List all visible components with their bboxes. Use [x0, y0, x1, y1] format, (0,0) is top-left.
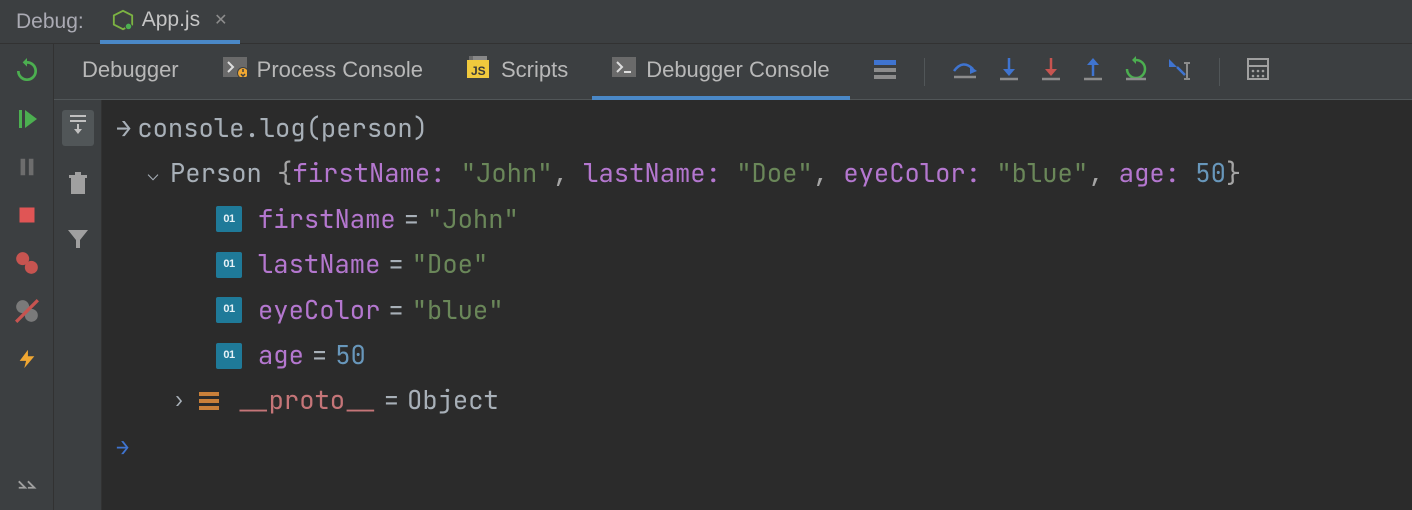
chevron-right-icon[interactable]: › [170, 383, 188, 419]
debug-label: Debug: [0, 10, 100, 34]
resume-icon[interactable] [14, 106, 40, 132]
tab-process-console[interactable]: Process Console [203, 44, 443, 100]
rerun-icon[interactable] [14, 58, 40, 84]
input-arrow-icon: → [116, 111, 131, 145]
proto-key: __proto__ [238, 378, 376, 423]
scroll-to-end-icon[interactable] [62, 110, 94, 146]
object-icon [196, 388, 222, 414]
proto-row[interactable]: › __proto__ = Object [102, 378, 1412, 423]
debugger-tabs: Debugger Process Console JS Scripts Debu… [54, 44, 1412, 100]
separator [924, 58, 925, 86]
more-icon[interactable] [14, 472, 40, 498]
title-bar: Debug: App.js ✕ [0, 0, 1412, 44]
filter-icon[interactable] [66, 228, 90, 256]
svg-text:JS: JS [471, 64, 486, 78]
force-step-into-icon[interactable] [1039, 56, 1063, 88]
field-badge-icon: 01 [216, 206, 242, 232]
toggle-layout-icon[interactable] [872, 58, 898, 86]
pause-icon[interactable] [14, 154, 40, 180]
object-field-row[interactable]: 01lastName = "Doe" [102, 242, 1412, 287]
prompt-arrow-icon: → [116, 433, 129, 462]
mute-breakpoints-icon[interactable] [14, 298, 40, 324]
console-output: →console.log(person) ⌵ Person {firstName… [102, 100, 1412, 510]
tab-label: Scripts [501, 57, 568, 83]
close-icon[interactable]: ✕ [214, 10, 227, 30]
console-input-echo: →console.log(person) [102, 106, 1412, 151]
debug-sidebar [0, 44, 54, 510]
trash-icon[interactable] [67, 172, 89, 202]
object-field-row[interactable]: 01eyeColor = "blue" [102, 288, 1412, 333]
tab-label: Debugger Console [646, 57, 829, 83]
tab-scripts[interactable]: JS Scripts [447, 44, 588, 100]
evaluate-at-cursor-icon[interactable] [1167, 57, 1193, 87]
calculator-icon[interactable] [1246, 57, 1270, 87]
chevron-down-icon[interactable]: ⌵ [144, 156, 162, 192]
step-over-icon[interactable] [951, 57, 979, 87]
tab-debugger-console[interactable]: Debugger Console [592, 44, 849, 100]
object-field-row[interactable]: 01firstName = "John" [102, 197, 1412, 242]
js-icon: JS [467, 56, 491, 84]
object-field-row[interactable]: 01age = 50 [102, 333, 1412, 378]
console-command-text: console.log(person) [137, 111, 428, 145]
step-out-icon[interactable] [1081, 56, 1105, 88]
nodejs-icon [112, 9, 134, 31]
console-icon [612, 57, 636, 83]
field-badge-icon: 01 [216, 297, 242, 323]
field-badge-icon: 01 [216, 343, 242, 369]
field-badge-icon: 01 [216, 252, 242, 278]
view-breakpoints-icon[interactable] [14, 250, 40, 276]
tab-debugger[interactable]: Debugger [62, 44, 199, 100]
proto-value: Object [407, 378, 499, 423]
class-name: Person [170, 156, 262, 190]
tab-label: Process Console [257, 57, 423, 83]
run-to-cursor-icon[interactable] [1123, 56, 1149, 88]
object-summary-row[interactable]: ⌵ Person {firstName: "John", lastName: "… [102, 151, 1412, 196]
tab-label: Debugger [82, 57, 179, 83]
step-into-icon[interactable] [997, 56, 1021, 88]
console-toolbar [54, 100, 102, 510]
file-tab-label: App.js [142, 8, 200, 32]
stop-icon[interactable] [14, 202, 40, 228]
console-icon [223, 57, 247, 83]
lightning-icon[interactable] [14, 346, 40, 372]
console-prompt[interactable]: → [102, 424, 1412, 469]
separator [1219, 58, 1220, 86]
file-tab-appjs[interactable]: App.js ✕ [100, 0, 240, 44]
